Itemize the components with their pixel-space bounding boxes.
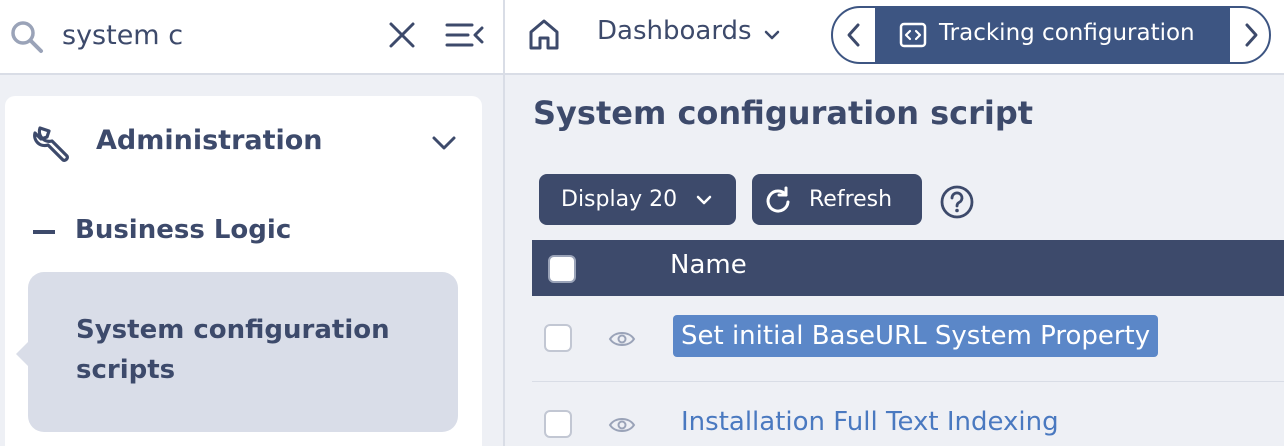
sidebar-item-label: System configuration scripts [76, 315, 390, 385]
collapse-dash-icon [33, 230, 55, 234]
search-icon [11, 21, 43, 53]
column-header-name[interactable]: Name [670, 250, 747, 280]
help-icon[interactable] [939, 184, 975, 220]
main-content: Dashboards Tracking configuration System… [503, 0, 1284, 446]
app-root: Administration Business Logic System con… [0, 0, 1284, 446]
home-icon[interactable] [527, 17, 561, 51]
row-name-link[interactable]: Set initial BaseURL System Property [673, 315, 1159, 357]
tab-next-button[interactable] [1230, 8, 1269, 62]
chevron-down-icon [696, 195, 712, 205]
collapse-menu-icon[interactable] [444, 19, 484, 51]
chevron-left-icon [847, 23, 860, 47]
sidebar-search-bar [0, 0, 503, 75]
refresh-label: Refresh [809, 187, 893, 212]
sidebar-section-label: Administration [96, 125, 323, 156]
row-name-link[interactable]: Installation Full Text Indexing [681, 407, 1059, 437]
table-row[interactable]: Set initial BaseURL System Property [532, 296, 1284, 382]
scripts-table: Name Set initial BaseURL System Property… [532, 240, 1284, 446]
page-title: System configuration script [533, 94, 1034, 132]
dashboards-label: Dashboards [597, 16, 752, 46]
sidebar-group-label: Business Logic [75, 215, 292, 245]
eye-icon[interactable] [608, 416, 636, 434]
chevron-right-icon [1245, 23, 1258, 47]
tab-tracking-configuration[interactable]: Tracking configuration [875, 8, 1230, 62]
sidebar-item-system-configuration-scripts[interactable]: System configuration scripts [16, 272, 458, 432]
refresh-button[interactable]: Refresh [752, 174, 922, 225]
display-count-button[interactable]: Display 20 [539, 174, 736, 225]
row-checkbox[interactable] [544, 410, 572, 438]
sidebar: Administration Business Logic System con… [0, 0, 503, 446]
select-all-checkbox[interactable] [548, 255, 576, 283]
search-input[interactable] [62, 14, 362, 56]
sidebar-section-administration[interactable]: Administration [5, 96, 482, 191]
refresh-icon [766, 186, 790, 213]
code-icon [899, 22, 927, 48]
chevron-down-icon [432, 136, 456, 150]
dashboards-menu[interactable]: Dashboards [597, 16, 781, 56]
display-count-label: Display 20 [561, 187, 678, 212]
table-header: Name [532, 240, 1284, 296]
table-row[interactable]: Installation Full Text Indexing [532, 382, 1284, 446]
sidebar-nav: Administration Business Logic System con… [5, 96, 482, 446]
wrench-icon [33, 126, 69, 162]
sidebar-group-business-logic[interactable]: Business Logic [5, 208, 482, 258]
tab-prev-button[interactable] [833, 8, 875, 62]
open-tabs: Tracking configuration [831, 6, 1271, 64]
tab-label: Tracking configuration [939, 20, 1195, 46]
row-checkbox[interactable] [544, 324, 572, 352]
clear-icon[interactable] [386, 19, 418, 51]
eye-icon[interactable] [608, 330, 636, 348]
chevron-down-icon [764, 30, 779, 39]
top-navigation: Dashboards Tracking configuration [505, 0, 1284, 75]
